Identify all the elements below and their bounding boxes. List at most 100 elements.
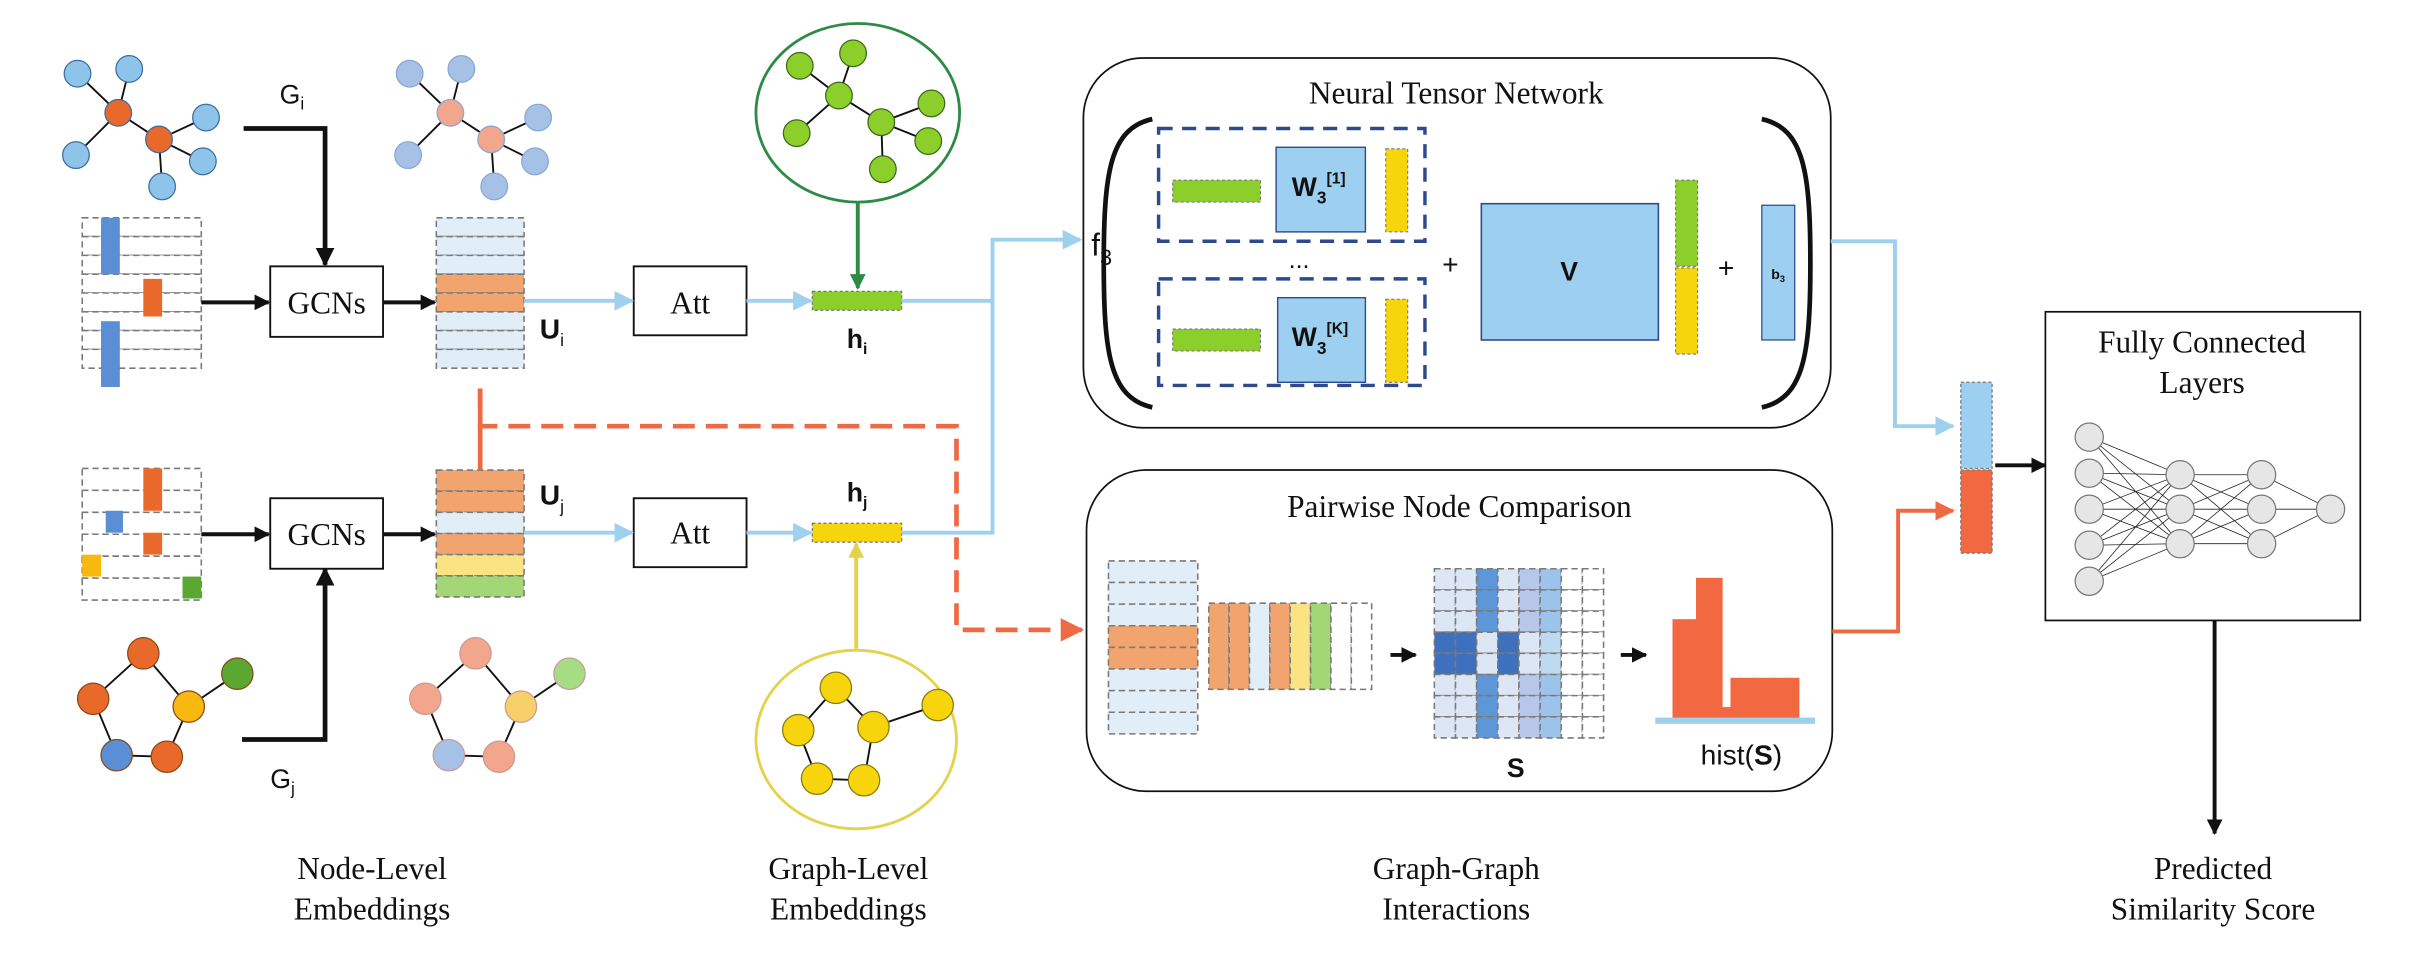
fc-neuron [2315, 494, 2346, 524]
s-matrix-cell [1581, 716, 1605, 739]
gj-label: Gj [270, 764, 295, 798]
matrix-cell [1350, 602, 1373, 691]
matrix-cell [1107, 689, 1199, 714]
graph-node [553, 657, 586, 691]
s-matrix-cell [1560, 652, 1584, 676]
attention-box-j: Att [632, 497, 748, 569]
ntn-slicek-hi [1172, 328, 1261, 352]
s-matrix-cell [1518, 673, 1541, 697]
s-matrix-cell [1433, 716, 1457, 739]
s-matrix-cell [1539, 567, 1563, 591]
s-matrix-cell [1518, 589, 1541, 612]
pnc-uj-transposed [1207, 602, 1373, 691]
hi-label: hi [847, 324, 868, 358]
ntn-v-label: V [1560, 256, 1578, 286]
matrix-cell [81, 329, 203, 351]
matrix-cell [81, 235, 203, 257]
s-matrix-cell [1475, 631, 1499, 655]
graph-node [172, 690, 206, 723]
graph-node [188, 147, 217, 176]
s-matrix-cell [1497, 610, 1520, 633]
histogram-bar [1786, 677, 1800, 720]
histogram-bar [1730, 677, 1754, 720]
feature-matrix-i [81, 216, 203, 387]
hi-vector [811, 290, 903, 311]
fc-title-line2: Layers [2159, 365, 2244, 400]
fc-neuron [2074, 422, 2104, 452]
matrix-cell [1107, 711, 1199, 735]
matrix-cell [435, 511, 525, 535]
graph-node [115, 54, 144, 83]
s-matrix-cell [1581, 567, 1605, 591]
gi-to-gcn-arrow [243, 126, 335, 267]
s-label: S [1507, 753, 1525, 783]
svg-text:GCNs: GCNs [287, 517, 365, 552]
graph-gj-embedded [409, 637, 586, 774]
feature-cell-yellow [82, 554, 102, 577]
matrix-cell [81, 311, 203, 332]
histogram-bar [1752, 677, 1776, 720]
matrix-cell [435, 292, 525, 313]
matrix-cell [435, 348, 525, 369]
s-matrix-cell [1433, 567, 1457, 591]
matrix-cell [81, 467, 203, 492]
caption-graph-level-1: Graph-Level [768, 851, 928, 886]
graph-node [921, 688, 954, 722]
histogram-bar [1672, 619, 1698, 720]
matrix-cell [1107, 624, 1199, 649]
matrix-cell [435, 490, 525, 514]
fc-neuron [2074, 494, 2104, 524]
fc-neuron [2074, 566, 2104, 597]
graph-node [847, 763, 881, 797]
graph-node [825, 81, 853, 110]
fc-title-line1: Fully Connected [2098, 325, 2306, 360]
concat-ntn-part [1960, 381, 1993, 470]
histogram-bar [1696, 577, 1723, 720]
s-matrix-cell [1433, 589, 1457, 612]
matrix-cell [81, 533, 203, 557]
graph-node [436, 98, 465, 127]
ntn-plus-1: + [1442, 248, 1458, 280]
ntn-slice1-hi [1172, 179, 1261, 203]
hj-to-ntn-line [901, 300, 995, 535]
simgnn-architecture-diagram: Gi Gj GCNs GCNs Ui Uj Att Att hi hj Neur… [62, 22, 2362, 927]
s-matrix-cell [1518, 610, 1541, 633]
caption-graph-graph-2: Interactions [1382, 892, 1530, 927]
s-matrix-cell [1454, 694, 1478, 718]
graph-node [150, 740, 184, 774]
node-embeddings-ui [435, 216, 525, 369]
feature-matrix-j [81, 467, 203, 601]
matrix-cell [435, 254, 525, 275]
hj-vector [811, 522, 903, 543]
graph-node [839, 39, 868, 68]
pnc-to-concat-line [1832, 500, 1955, 634]
caption-node-level-1: Node-Level [297, 851, 447, 886]
s-matrix-cell [1581, 589, 1605, 612]
uj-label: Uj [540, 479, 564, 517]
graph-node [857, 710, 890, 744]
matrix-cell [1289, 602, 1312, 691]
graph-node [395, 59, 424, 88]
s-matrix-cell [1454, 631, 1478, 655]
s-matrix-cell [1454, 567, 1478, 591]
fc-neuron [2165, 460, 2195, 490]
graph-node [800, 762, 834, 795]
histogram-bar [1774, 677, 1789, 720]
s-matrix-cell [1560, 673, 1584, 697]
s-matrix-cell [1518, 631, 1541, 655]
pnc-ui-matrix [1107, 560, 1199, 735]
matrix-cell [1309, 602, 1332, 691]
graph-node [785, 51, 814, 80]
caption-node-level-2: Embeddings [294, 892, 451, 927]
graph-node [62, 141, 90, 170]
s-matrix-cell [1539, 652, 1563, 676]
graph-node [819, 671, 853, 705]
fc-neuron [2074, 458, 2104, 488]
s-matrix-cell [1518, 694, 1541, 718]
s-matrix-cell [1539, 694, 1563, 718]
ui-label: Ui [540, 312, 564, 350]
ntn-slice1-hj [1385, 148, 1409, 233]
hist-label: hist(S) [1701, 739, 1782, 771]
s-matrix-cell [1560, 589, 1584, 612]
feature-cell-orange [143, 468, 163, 511]
